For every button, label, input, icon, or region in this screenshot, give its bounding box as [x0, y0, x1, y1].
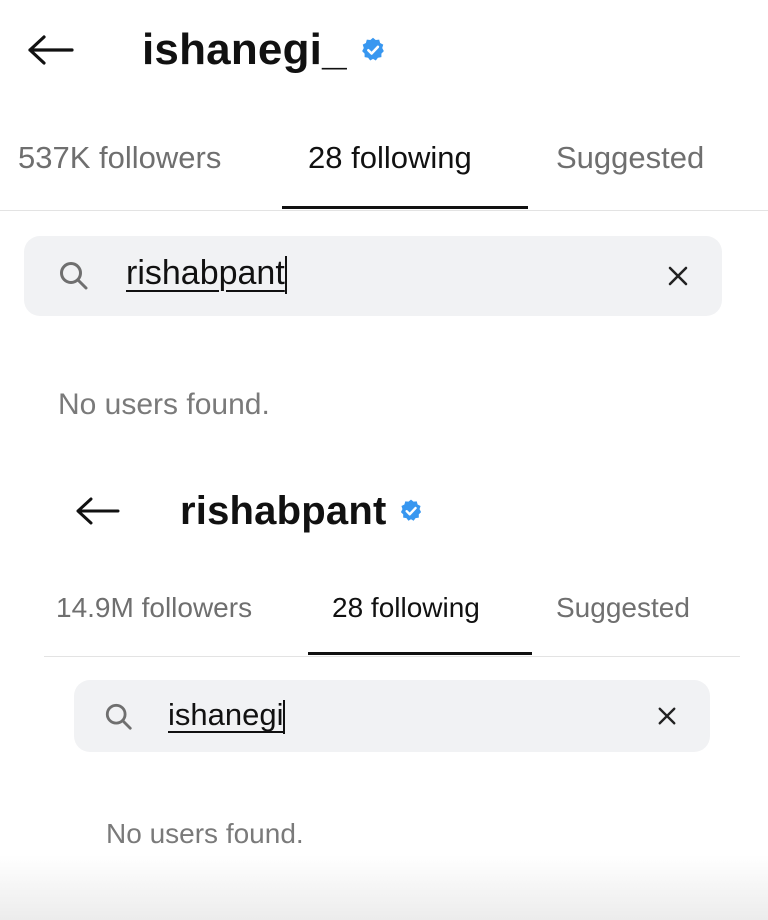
text-caret: [284, 256, 287, 295]
search-icon: [58, 260, 90, 297]
tab-following-label: 28 following: [308, 140, 472, 175]
verified-badge-icon: [359, 36, 387, 64]
active-tab-indicator: [308, 652, 532, 655]
search-bar[interactable]: rishabpant: [24, 236, 722, 316]
search-input[interactable]: rishabpant: [126, 254, 287, 295]
back-arrow-icon[interactable]: [72, 486, 122, 536]
clear-icon[interactable]: [654, 703, 680, 729]
clear-icon[interactable]: [664, 262, 692, 290]
profile-username: rishabpant: [180, 488, 387, 533]
tab-followers[interactable]: 537K followers: [18, 140, 221, 176]
no-results-message: No users found.: [58, 388, 270, 421]
follow-tabs: 537K followers 28 following Suggested: [0, 140, 768, 212]
search-icon: [104, 702, 134, 737]
search-query: rishabpant: [126, 254, 285, 292]
verified-badge-icon: [398, 498, 424, 524]
profile-header: ishanegi_: [22, 20, 387, 80]
follow-tabs: 14.9M followers 28 following Suggested: [0, 592, 768, 658]
tab-suggested[interactable]: Suggested: [556, 592, 690, 624]
no-results-message: No users found.: [106, 818, 304, 849]
tab-following-label: 28 following: [332, 592, 480, 623]
tab-following[interactable]: 28 following: [282, 140, 528, 209]
profile-header: rishabpant: [72, 484, 424, 538]
active-tab-indicator: [282, 206, 528, 209]
tabs-divider: [0, 210, 768, 211]
tab-following[interactable]: 28 following: [308, 592, 532, 655]
tab-suggested[interactable]: Suggested: [556, 140, 704, 176]
search-query: ishanegi: [168, 697, 284, 732]
profile-username: ishanegi_: [142, 25, 347, 74]
tabs-divider: [44, 656, 740, 657]
back-arrow-icon[interactable]: [22, 22, 78, 78]
bottom-shade: [0, 855, 768, 920]
search-input[interactable]: ishanegi: [168, 697, 286, 734]
search-bar[interactable]: ishanegi: [74, 680, 710, 752]
text-caret: [283, 699, 286, 734]
tab-followers[interactable]: 14.9M followers: [56, 592, 252, 624]
